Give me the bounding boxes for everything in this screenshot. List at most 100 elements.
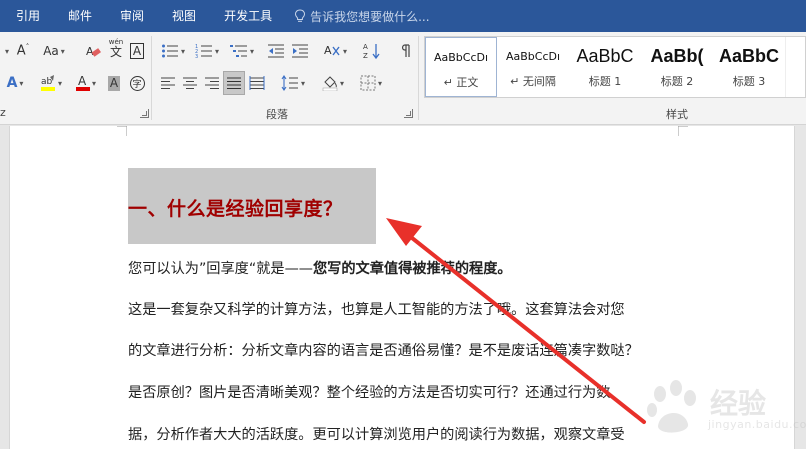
crop-mark: [678, 126, 688, 136]
bullets-button[interactable]: ▾: [158, 40, 188, 62]
text-run: 据，分析作者大大的活跃度。更可以计算浏览用户的阅读行为数据，观察文章受: [128, 427, 625, 443]
pilcrow-icon: [401, 44, 410, 57]
character-shading-button[interactable]: A: [106, 72, 122, 94]
align-center-icon: [183, 77, 197, 89]
watermark-url: jingyan.baidu.com: [708, 418, 806, 431]
chinese-layout-button[interactable]: A ▾: [320, 40, 350, 62]
font-dialog-launcher[interactable]: [140, 109, 149, 118]
tell-me-search[interactable]: 告诉我您想要做什么...: [294, 8, 430, 25]
style-name: 标题 2: [660, 75, 694, 88]
paragraph-line[interactable]: 是否原创？图片是否清晰美观？整个经验的方法是否切实可行？还通过行为数: [128, 382, 610, 402]
clear-formatting-button[interactable]: A: [84, 40, 102, 62]
svg-text:Z: Z: [363, 52, 368, 60]
align-left-icon: [161, 77, 175, 89]
align-left-button[interactable]: [158, 72, 178, 94]
numbering-button[interactable]: 1 2 3 ▾: [192, 40, 222, 62]
tell-me-placeholder: 告诉我您想要做什么...: [310, 9, 430, 24]
highlighter-icon: ab: [40, 75, 55, 91]
watermark-text: 经验: [710, 387, 767, 420]
borders-icon: [360, 75, 376, 91]
svg-text:ab: ab: [41, 77, 53, 87]
highlight-color-button[interactable]: ab ▾: [36, 72, 66, 94]
style-name: 标题 1: [588, 75, 622, 88]
text-run: 是否原创？图片是否清晰美观？整个经验的方法是否切实可行？还通过行为数: [128, 385, 611, 401]
increase-indent-button[interactable]: [290, 40, 310, 62]
crop-mark: [117, 126, 127, 136]
ribbon-tab-bar: 引用 邮件 审阅 视图 开发工具 告诉我您想要做什么...: [0, 0, 806, 32]
style-name: ↵ 正文: [443, 76, 479, 89]
distributed-button[interactable]: [247, 72, 267, 94]
line-spacing-icon: [281, 75, 298, 91]
style-name: 标题 3: [732, 75, 766, 88]
baidu-jingyan-watermark: 经验 jingyan.baidu.com: [638, 380, 806, 440]
style-name: ↵ 无间隔: [510, 75, 556, 88]
tab-references[interactable]: 引用: [0, 0, 54, 32]
style-normal[interactable]: AaBbCcDı ↵ 正文: [425, 37, 497, 97]
svg-text:A: A: [78, 74, 87, 88]
tab-mailings[interactable]: 邮件: [54, 0, 106, 32]
enclose-characters-button[interactable]: 字: [128, 72, 146, 94]
font-group-label: z: [0, 106, 6, 119]
show-formatting-marks-button[interactable]: [396, 40, 416, 62]
grow-font-button[interactable]: A˄: [14, 40, 32, 62]
paragraph-line[interactable]: 这是一套复杂又科学的计算方法，也算是人工智能的方法了哦。这套算法会对您: [128, 299, 625, 319]
line-spacing-button[interactable]: ▾: [278, 72, 308, 94]
lightbulb-icon: [295, 9, 306, 22]
svg-text:A: A: [363, 43, 368, 51]
font-size-dropdown[interactable]: ▾: [0, 40, 12, 62]
style-preview: AaBbC: [576, 45, 634, 66]
group-separator: [151, 36, 152, 120]
tab-view[interactable]: 视图: [158, 0, 210, 32]
font-color-button[interactable]: A ▾: [72, 72, 100, 94]
svg-text:A: A: [324, 44, 332, 57]
phonetic-char: 文: [109, 45, 122, 59]
increase-indent-icon: [292, 44, 308, 58]
shading-button[interactable]: ▾: [318, 72, 348, 94]
style-heading-2[interactable]: AaBb( 标题 2: [641, 37, 713, 97]
change-case-label: Aa: [43, 44, 59, 58]
paw-logo-icon: [647, 380, 696, 433]
text-effects-button[interactable]: A ▾: [0, 72, 30, 94]
decrease-indent-icon: [268, 44, 284, 58]
style-heading-1[interactable]: AaBbC 标题 1: [569, 37, 641, 97]
multilevel-list-button[interactable]: ▾: [226, 40, 258, 62]
heading-1[interactable]: 一、什么是经验回享度？: [128, 194, 343, 221]
grow-font-icon: A˄: [16, 43, 30, 59]
align-right-button[interactable]: [202, 72, 222, 94]
gallery-scroll-edge[interactable]: [785, 37, 791, 97]
eraser-icon: A: [86, 45, 101, 58]
justify-button[interactable]: [223, 71, 245, 95]
paragraph-dialog-launcher[interactable]: [404, 109, 413, 118]
paragraph-line[interactable]: 据，分析作者大大的活跃度。更可以计算浏览用户的阅读行为数据，观察文章受: [128, 424, 625, 444]
document-page[interactable]: 一、什么是经验回享度？ 您可以认为”回享度“就是——您写的文章值得被推荐的程度。…: [9, 126, 806, 449]
character-border-label: A: [129, 43, 145, 59]
paragraph-line[interactable]: 您可以认为”回享度“就是——您写的文章值得被推荐的程度。: [128, 258, 512, 278]
character-shading-label: A: [107, 75, 121, 91]
paragraph-line[interactable]: 的文章进行分析：分析文章内容的语言是否通俗易懂？是不是废话连篇凑字数哒？: [128, 340, 639, 360]
text-effects-icon: A: [6, 75, 18, 91]
font-color-icon: A: [75, 74, 90, 91]
document-area: 一、什么是经验回享度？ 您可以认为”回享度“就是——您写的文章值得被推荐的程度。…: [0, 126, 806, 449]
tab-developer[interactable]: 开发工具: [210, 0, 286, 32]
decrease-indent-button[interactable]: [266, 40, 286, 62]
paint-bucket-icon: [322, 76, 338, 91]
character-border-button[interactable]: A: [128, 40, 146, 62]
style-preview: AaBbCcDı: [505, 49, 561, 63]
group-separator: [418, 36, 419, 120]
style-heading-3[interactable]: AaBbC 标题 3: [713, 37, 785, 97]
borders-button[interactable]: ▾: [356, 72, 386, 94]
style-preview: AaBbC: [718, 45, 779, 66]
bold-text-run: 您写的文章值得被推荐的程度。: [312, 261, 512, 277]
enclose-characters-label: 字: [129, 75, 145, 91]
style-no-spacing[interactable]: AaBbCcDı ↵ 无间隔: [497, 37, 569, 97]
change-case-button[interactable]: Aa ▾: [40, 40, 68, 62]
multilevel-list-icon: [229, 45, 247, 57]
text-run: 您可以认为”回享度“就是——: [128, 261, 313, 277]
distributed-icon: [249, 76, 265, 90]
style-preview: AaBbCcDı: [433, 50, 489, 64]
phonetic-guide-button[interactable]: wén 文: [106, 38, 126, 60]
sort-button[interactable]: AZ: [362, 40, 382, 62]
tab-review[interactable]: 审阅: [106, 0, 158, 32]
align-center-button[interactable]: [180, 72, 200, 94]
chinese-layout-icon: A: [324, 44, 340, 57]
